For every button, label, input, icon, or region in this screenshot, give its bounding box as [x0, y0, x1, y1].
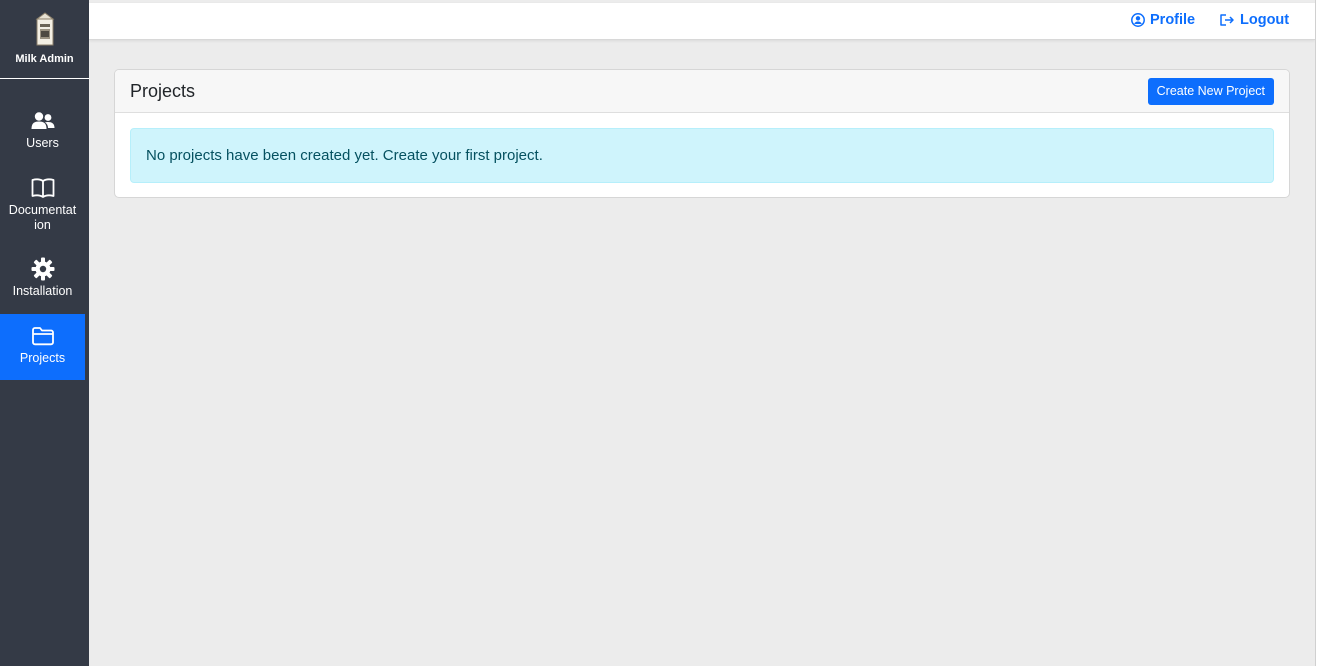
profile-link[interactable]: Profile [1131, 12, 1195, 28]
empty-state-alert: No projects have been created yet. Creat… [130, 128, 1274, 183]
sidebar-item-installation[interactable]: Installation [0, 256, 85, 308]
brand[interactable]: Milk Admin [0, 0, 89, 79]
create-new-project-button[interactable]: Create New Project [1147, 77, 1274, 105]
projects-card: Projects Create New Project No projects … [114, 69, 1290, 198]
milk-carton-logo [35, 12, 54, 46]
gear-icon [30, 256, 56, 282]
topbar: Profile Logout [89, 3, 1315, 40]
user-circle-icon [1131, 13, 1145, 27]
logout-icon [1220, 14, 1234, 26]
empty-state-message: No projects have been created yet. Creat… [146, 147, 543, 164]
profile-label: Profile [1150, 12, 1196, 28]
brand-name: Milk Admin [15, 53, 74, 65]
users-icon [30, 108, 56, 134]
sidebar-item-label: Projects [19, 351, 66, 365]
sidebar-item-documentation[interactable]: Documentat ion [0, 175, 85, 245]
sidebar-item-projects[interactable]: Projects [0, 314, 85, 380]
sidebar-item-label: Users [26, 136, 59, 150]
logout-label: Logout [1240, 12, 1290, 28]
sidebar-item-label: Documentat ion [8, 203, 77, 232]
sidebar-item-label: Installation [12, 284, 73, 298]
sidebar-item-users[interactable]: Users [0, 108, 85, 160]
sidebar: Milk Admin Users Documentat ion Installa… [0, 0, 89, 666]
book-icon [30, 175, 56, 201]
card-header: Projects Create New Project [115, 70, 1289, 113]
folder-icon [30, 323, 56, 349]
page-title: Projects [130, 80, 196, 101]
logout-link[interactable]: Logout [1219, 12, 1289, 28]
